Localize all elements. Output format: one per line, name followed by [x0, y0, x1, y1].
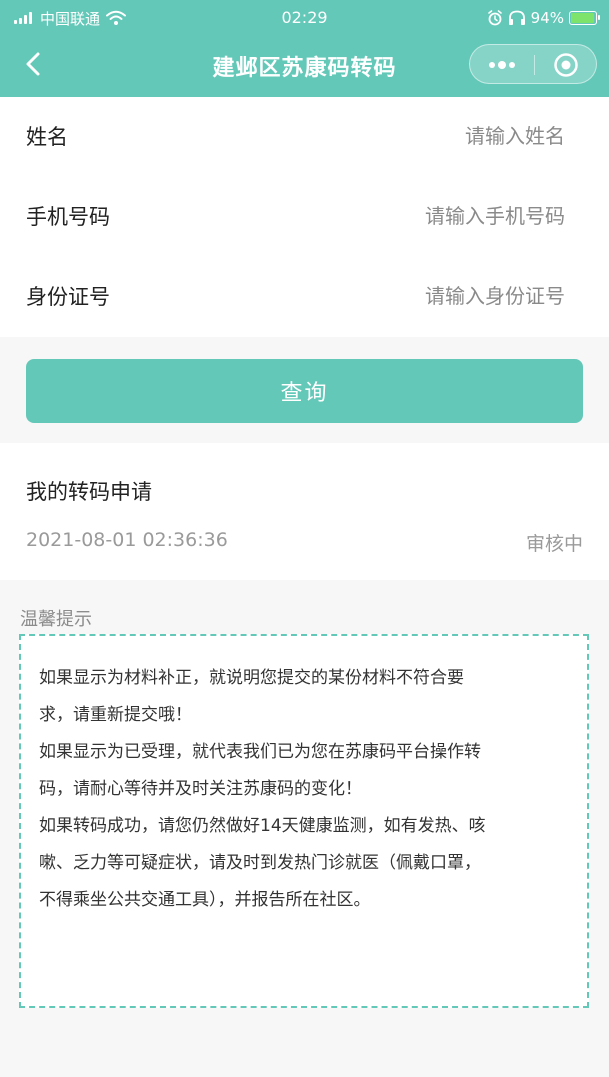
phone-input[interactable]: [245, 197, 565, 235]
tips-line: 如果转码成功，请您仍然做好14天健康监测，如有发热、咳: [39, 816, 486, 836]
query-button[interactable]: 查询: [26, 359, 583, 423]
name-label: 姓名: [26, 125, 68, 149]
top-bar: 中国联通 02:29 94% 建邺区苏康码转码: [0, 0, 609, 97]
tips-line: 码，请耐心等待并及时关注苏康码的变化！: [39, 779, 362, 799]
tips-line: 如果显示为已受理，就代表我们已为您在苏康码平台操作转: [39, 742, 481, 762]
tips-line: 如果显示为材料补正，就说明您提交的某份材料不符合要: [39, 668, 464, 688]
id-number-label: 身份证号: [26, 285, 110, 309]
mini-program-capsule: [469, 44, 597, 84]
headphones-icon: [508, 10, 525, 25]
application-time: 2021-08-01 02:36:36: [26, 529, 228, 551]
name-input[interactable]: [245, 117, 565, 155]
status-right: 94%: [487, 8, 600, 28]
id-number-input[interactable]: [245, 277, 565, 315]
close-icon: [554, 53, 578, 77]
status-bar: 中国联通 02:29 94%: [0, 0, 609, 34]
applications-title: 我的转码申请: [26, 480, 152, 504]
more-icon: [489, 61, 515, 69]
nav-bar: 建邺区苏康码转码: [0, 34, 609, 97]
transfer-applications: 我的转码申请 2021-08-01 02:36:36 审核中: [0, 443, 609, 580]
phone-field-row: 手机号码: [0, 177, 609, 257]
application-status: 审核中: [525, 533, 583, 555]
battery-icon: [569, 11, 600, 25]
tips-title: 温馨提示: [20, 609, 92, 630]
battery-percent: 94%: [530, 9, 564, 27]
tips-line: 不得乘坐公共交通工具），并报告所在社区。: [39, 890, 371, 910]
more-button[interactable]: [470, 45, 534, 85]
tips-line: 嗽、乏力等可疑症状，请及时到发热门诊就医（佩戴口罩，: [39, 853, 481, 873]
tips-box: 如果显示为材料补正，就说明您提交的某份材料不符合要 求，请重新提交哦！ 如果显示…: [19, 634, 589, 1008]
phone-label: 手机号码: [26, 205, 110, 229]
tips-line: 求，请重新提交哦！: [39, 705, 192, 725]
alarm-icon: [487, 10, 502, 26]
id-number-field-row: 身份证号: [0, 257, 609, 337]
name-field-row: 姓名: [0, 97, 609, 177]
query-form: 姓名 手机号码 身份证号: [0, 97, 609, 337]
close-button[interactable]: [534, 45, 598, 85]
